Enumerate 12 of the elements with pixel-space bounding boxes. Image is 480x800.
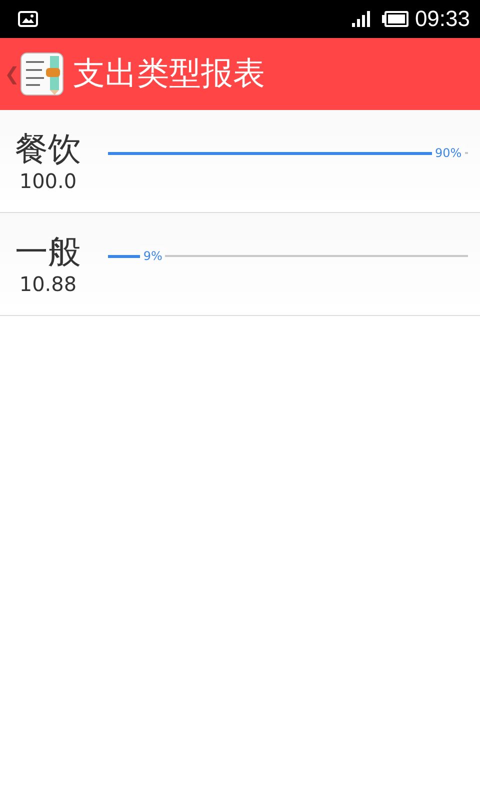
- clock-time: 09:33: [414, 6, 470, 32]
- category-amount: 10.88: [19, 272, 77, 296]
- category-amount: 100.0: [19, 168, 77, 193]
- category-name: 一般: [15, 232, 81, 272]
- report-row[interactable]: 餐饮 100.0 90%: [0, 110, 480, 213]
- battery-icon: [382, 11, 409, 27]
- signal-icon: [352, 11, 370, 27]
- notebook-pencil-icon: [20, 52, 64, 96]
- image-icon: [18, 11, 38, 27]
- page-title: 支出类型报表: [73, 53, 265, 94]
- category-name: 餐饮: [15, 129, 81, 169]
- report-row[interactable]: 一般 10.88 9%: [0, 213, 480, 316]
